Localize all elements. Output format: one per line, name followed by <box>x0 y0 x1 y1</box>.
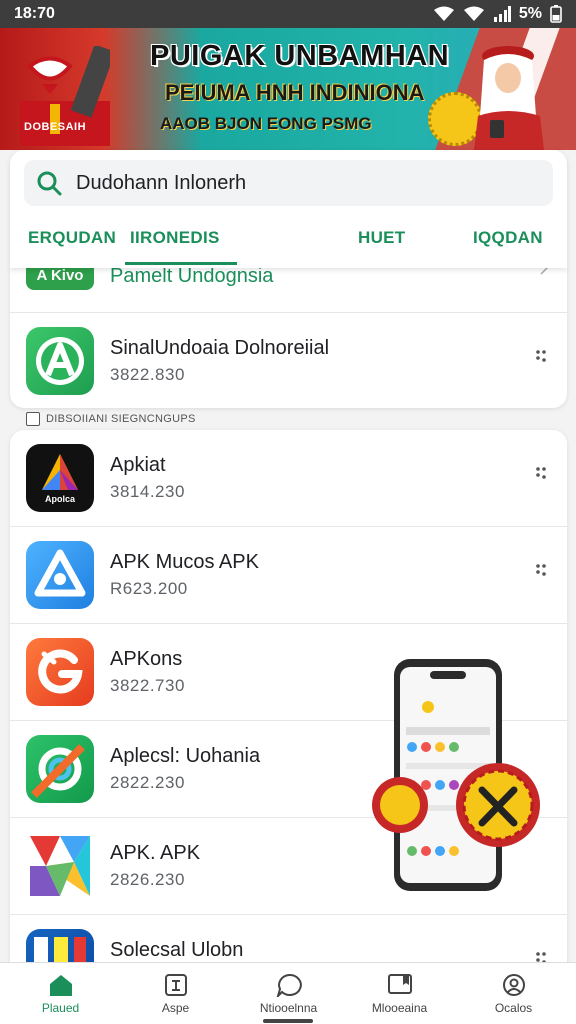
featured-list: A Kivo Pamelt Undognsia SinalUndoaia Dol… <box>10 268 567 408</box>
colorful-shards-icon <box>30 836 90 896</box>
search-input[interactable] <box>76 171 516 195</box>
app-meta: 3814.230 <box>110 482 185 501</box>
banner-tagline: AAOB BJON EONG PSMG <box>160 114 372 133</box>
app-name: Aplecsl: Uohania <box>110 745 261 767</box>
signal-icon <box>493 6 511 22</box>
app-icon-caption: Apolca <box>44 494 75 504</box>
app-icon <box>26 832 94 900</box>
more-options-icon[interactable] <box>535 466 547 480</box>
list-item[interactable]: SinalUndoaia Dolnoreiial 3822.830 <box>10 313 567 408</box>
home-indicator <box>263 1019 313 1023</box>
app-name: Apkiat <box>110 454 166 476</box>
promo-phone-illustration <box>372 659 540 891</box>
app-icon <box>26 327 94 395</box>
status-bar: 18:70 5% <box>0 0 576 28</box>
app-meta: 2822.230 <box>110 773 185 792</box>
section-label: DIBSOIIANI SIEGNCNGUPS <box>26 412 196 426</box>
search-bar[interactable] <box>24 160 553 206</box>
home-icon <box>49 975 72 996</box>
search-panel: ERQUDAN IIRONEDIS HUET IQQDAN <box>10 150 567 268</box>
profile-icon <box>502 974 525 996</box>
nav-label: Mlooeaina <box>371 1001 428 1015</box>
app-icon: Apolca <box>26 444 94 512</box>
app-name: SinalUndoaia Dolnoreiial <box>110 337 330 359</box>
swirl-g-icon <box>38 649 83 694</box>
app-icon <box>26 735 94 803</box>
section-label-text: DIBSOIIANI SIEGNCNGUPS <box>46 413 196 425</box>
app-meta: R623.200 <box>110 579 188 598</box>
app-icon: A Kivo <box>26 268 94 290</box>
triangle-a-icon <box>34 549 86 597</box>
refresh-swirl-icon <box>31 744 85 798</box>
battery-icon <box>550 5 562 23</box>
app-icon-label: A Kivo <box>36 268 84 284</box>
nav-label: Ntiooelnna <box>259 1001 318 1015</box>
bottom-navigation: Plaued Aspe Ntiooelnna Mlooeaina Ocalos <box>0 962 576 1024</box>
nav-label: Aspe <box>161 1001 190 1015</box>
banner-subtitle: PEIUMA HNH INDINIONA <box>165 80 425 105</box>
app-icon <box>26 638 94 706</box>
app-meta: 2826.230 <box>110 870 185 889</box>
list-item[interactable]: A Kivo Pamelt Undognsia <box>10 268 567 313</box>
search-icon <box>37 171 62 196</box>
battery-percent: 5% <box>518 5 542 22</box>
more-options-icon[interactable] <box>535 563 547 577</box>
nav-chat[interactable]: Ntiooelnna <box>231 963 346 1024</box>
nav-saved[interactable]: Mlooeaina <box>342 963 457 1024</box>
banner-title: PUIGAK UNBAMHAN <box>150 40 450 72</box>
status-icons: 5% <box>433 5 562 23</box>
app-meta: 3822.830 <box>110 365 185 384</box>
nav-profile[interactable]: Ocalos <box>456 963 571 1024</box>
nav-apps[interactable]: Aspe <box>118 963 233 1024</box>
chevron-right-icon <box>540 268 549 275</box>
app-name: Pamelt Undognsia <box>110 268 274 287</box>
brand-logo-label: DOBESAIH <box>24 121 87 133</box>
list-item[interactable]: Apolca Apkiat 3814.230 <box>10 430 567 527</box>
nav-label: Plaued <box>41 1001 80 1015</box>
category-tabs: ERQUDAN IIRONEDIS HUET IQQDAN <box>10 220 567 266</box>
more-options-icon[interactable] <box>535 349 547 363</box>
app-name: APK Mucos APK <box>110 551 259 573</box>
chat-icon <box>276 973 302 997</box>
app-icon <box>26 541 94 609</box>
promo-banner[interactable]: DOBESAIH PUIGAK UNBAMHAN PEIUMA HNH INDI… <box>0 28 576 150</box>
person-illustration <box>474 46 544 150</box>
active-tab-indicator <box>125 262 237 265</box>
bookmark-icon <box>387 974 412 994</box>
nav-label: Ocalos <box>494 1001 533 1015</box>
app-name: APKons <box>110 648 183 670</box>
tab-erqudan[interactable]: ERQUDAN <box>28 228 116 248</box>
tab-huet[interactable]: HUET <box>358 228 405 248</box>
wifi-icon <box>463 6 484 21</box>
clock: 18:70 <box>14 5 55 22</box>
apps-icon <box>164 974 187 996</box>
checkbox[interactable] <box>26 412 40 426</box>
list-item[interactable]: APK Mucos APK R623.200 <box>10 527 567 624</box>
nav-home[interactable]: Plaued <box>3 963 118 1024</box>
tab-iqqdan[interactable]: IQQDAN <box>473 228 543 248</box>
wifi-icon <box>433 6 454 21</box>
app-meta: 3822.730 <box>110 676 185 695</box>
letter-a-icon <box>36 337 84 385</box>
app-name: APK. APK <box>110 842 201 864</box>
tab-iironedis[interactable]: IIRONEDIS <box>130 228 220 248</box>
app-name: Solecsal Ulobn <box>110 939 244 961</box>
